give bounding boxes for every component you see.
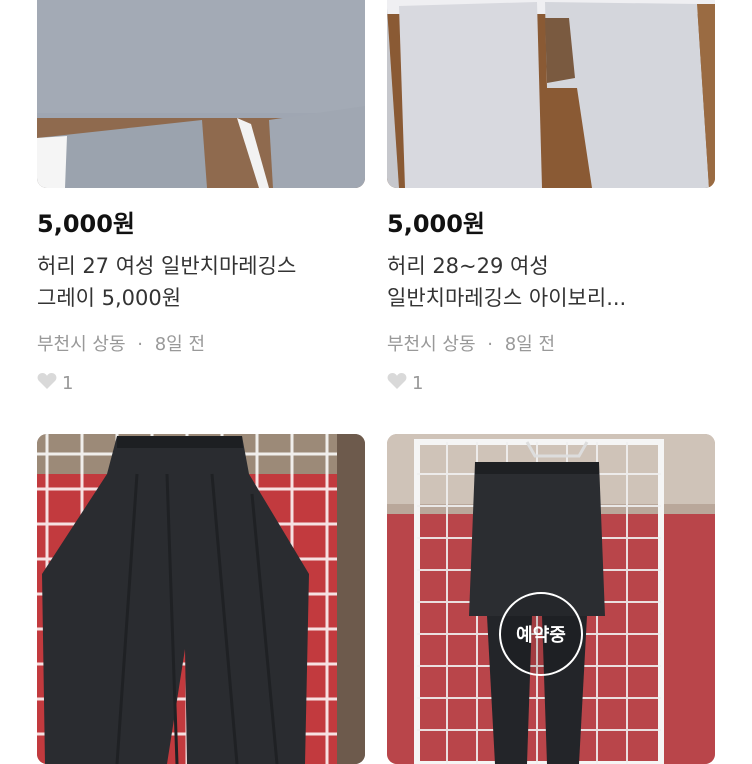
meta-separator: · — [487, 334, 493, 355]
product-title-line: 일반치마레깅스 아이보리... — [387, 286, 627, 310]
heart-icon — [387, 372, 407, 395]
product-time: 8일 전 — [504, 334, 556, 355]
meta-separator: · — [137, 334, 143, 355]
product-image[interactable] — [37, 434, 365, 764]
product-image[interactable] — [387, 0, 715, 188]
likes-number: 1 — [412, 373, 424, 394]
likes-count: 1 — [387, 372, 423, 395]
product-price: 5,000원 — [387, 210, 485, 238]
product-title-line: 허리 27 여성 일반치마레깅스 — [37, 254, 297, 278]
product-title-line: 그레이 5,000원 — [37, 286, 182, 310]
likes-count: 1 — [37, 372, 73, 395]
reserved-badge: 예약중 — [499, 592, 583, 676]
heart-icon — [37, 372, 57, 395]
product-title[interactable]: 허리 28~29 여성 일반치마레깅스 아이보리... — [387, 250, 707, 314]
product-meta: 부천시 상동 · 8일 전 — [387, 330, 555, 356]
likes-number: 1 — [62, 373, 74, 394]
product-time: 8일 전 — [154, 334, 206, 355]
product-location: 부천시 상동 — [37, 334, 126, 355]
product-title-line: 허리 28~29 여성 — [387, 254, 549, 278]
product-price: 5,000원 — [37, 210, 135, 238]
product-title[interactable]: 허리 27 여성 일반치마레깅스 그레이 5,000원 — [37, 250, 357, 314]
product-meta: 부천시 상동 · 8일 전 — [37, 330, 205, 356]
product-location: 부천시 상동 — [387, 334, 476, 355]
product-image[interactable] — [37, 0, 365, 188]
